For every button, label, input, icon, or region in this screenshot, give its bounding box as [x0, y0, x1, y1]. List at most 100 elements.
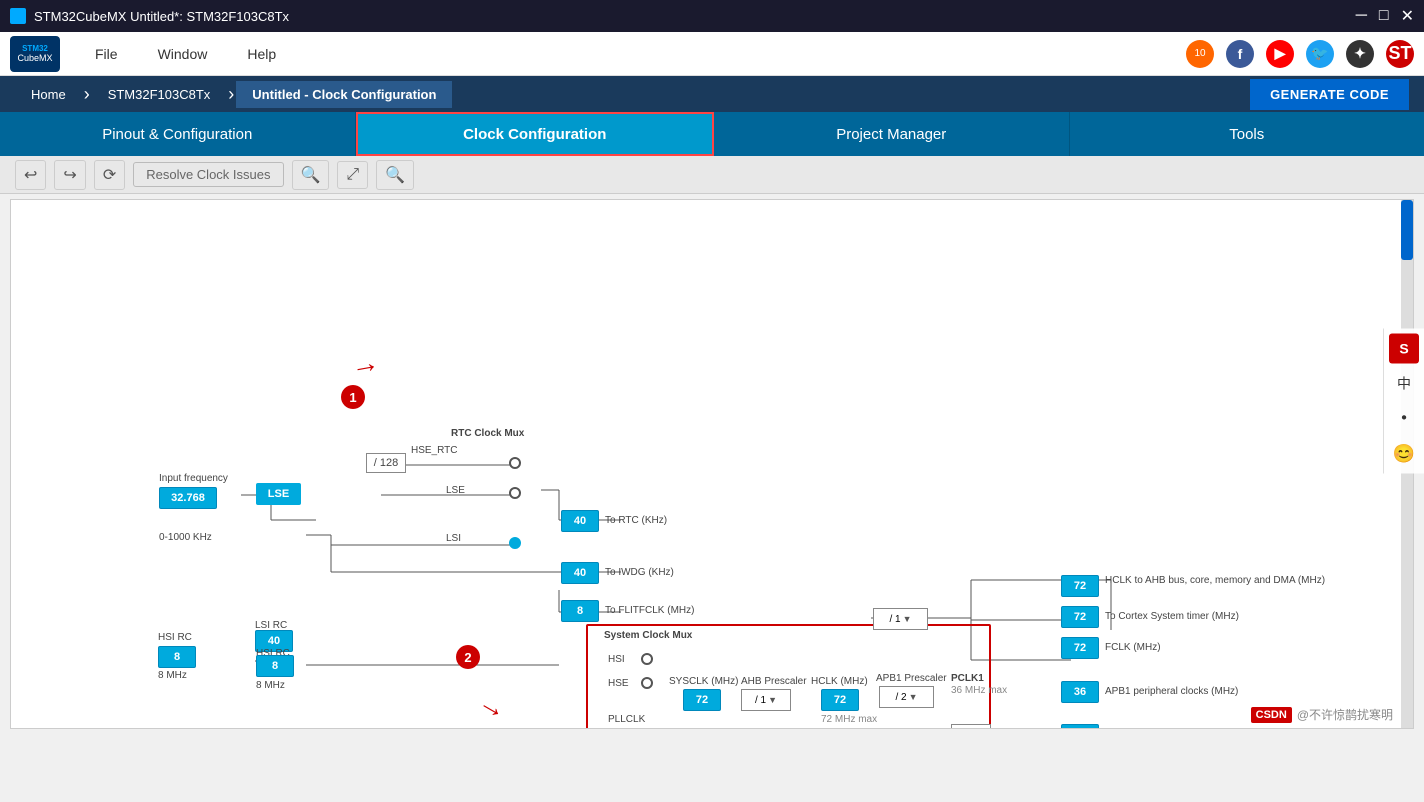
side-icon-punct[interactable]: • [1389, 404, 1419, 434]
to-flitf-label: To FLITFCLK (MHz) [605, 605, 694, 616]
apb1-periph-label: APB1 peripheral clocks (MHz) [1105, 686, 1238, 697]
annotation-1: 1 [341, 385, 365, 409]
flitf-value-box[interactable]: 8 [561, 600, 599, 622]
minimize-button[interactable]: ─ [1356, 6, 1367, 26]
iwdg-value-box[interactable]: 40 [561, 562, 599, 584]
hse-rtc-label: HSE_RTC [411, 445, 458, 456]
div128-box[interactable]: / 128 [366, 453, 406, 473]
pllclk-sys-label: PLLCLK [608, 714, 645, 725]
side-icon-zh[interactable]: 中 [1389, 369, 1419, 399]
watermark: CSDN @不许惊鹊扰寒明 [1251, 706, 1393, 723]
lse-mux-label: LSE [446, 485, 465, 496]
youtube-icon[interactable]: ▶ [1266, 40, 1294, 68]
ahb-div-select[interactable]: / 1 ▼ [741, 689, 791, 711]
st-logo: ST [1386, 40, 1414, 68]
sys-clk-mux-label: System Clock Mux [604, 630, 692, 641]
rtc-value-box[interactable]: 40 [561, 510, 599, 532]
scrollbar-thumb[interactable] [1401, 200, 1413, 260]
red-arrow-1: → [348, 346, 381, 382]
apb1-timer-x2-select[interactable]: X 2 [951, 724, 991, 729]
close-button[interactable]: ✕ [1401, 6, 1414, 26]
fclk-value[interactable]: 72 [1061, 637, 1099, 659]
fit-button[interactable]: ⤢ [337, 161, 368, 189]
apb1-value[interactable]: 36 [1061, 681, 1099, 703]
menu-items: File Window Help [90, 41, 1186, 67]
breadcrumb-home[interactable]: Home [15, 81, 82, 108]
hsi-sys-label: HSI [608, 654, 625, 665]
window-title: STM32CubeMX Untitled*: STM32F103C8Tx [34, 9, 289, 24]
rtc-radio-hse[interactable] [509, 457, 521, 469]
side-panel: S 中 • 😊 [1383, 329, 1424, 474]
apb1-div-select[interactable]: / 2 ▼ [879, 686, 934, 708]
app-logo: STM32 CubeMX [10, 36, 60, 72]
sysclk-value[interactable]: 72 [683, 689, 721, 711]
hclk-ahb-label: HCLK to AHB bus, core, memory and DMA (M… [1105, 575, 1325, 586]
hclk-max-label: 72 MHz max [821, 714, 877, 725]
rtc-radio-lse[interactable] [509, 487, 521, 499]
hclk-ahb-value[interactable]: 72 [1061, 575, 1099, 597]
pclk1-max-label: 36 MHz max [951, 685, 1007, 696]
sysclk-label: SYSCLK (MHz) [669, 676, 738, 687]
lse-freq-value[interactable]: 32.768 [159, 487, 217, 509]
menu-help[interactable]: Help [242, 41, 281, 67]
menu-right: 10 f ▶ 🐦 ✦ ST [1186, 40, 1414, 68]
resolve-clock-button[interactable]: Resolve Clock Issues [133, 162, 283, 187]
breadcrumb: Home › STM32F103C8Tx › Untitled - Clock … [0, 76, 1424, 112]
side-icon-emoji[interactable]: 😊 [1389, 439, 1419, 469]
clock-diagram: 1 2 → → Input frequency 32.768 0-1000 KH… [10, 199, 1414, 729]
redo-button[interactable]: ↪ [54, 160, 85, 190]
hclk-value[interactable]: 72 [821, 689, 859, 711]
pclk1-label: PCLK1 [951, 673, 984, 684]
breadcrumb-page[interactable]: Untitled - Clock Configuration [236, 81, 452, 108]
annotation-2: 2 [456, 645, 480, 669]
lsi-mux-label: LSI [446, 533, 461, 544]
tab-project[interactable]: Project Manager [714, 112, 1070, 156]
sys-radio-pll[interactable] [641, 728, 653, 729]
toolbar: ↩ ↪ ⟳ Resolve Clock Issues 🔍 ⤢ 🔍 [0, 156, 1424, 194]
tab-bar: Pinout & Configuration Clock Configurati… [0, 112, 1424, 156]
network-icon[interactable]: ✦ [1346, 40, 1374, 68]
hclk-label: HCLK (MHz) [811, 676, 868, 687]
rtc-radio-lsi[interactable] [509, 537, 521, 549]
generate-code-button[interactable]: GENERATE CODE [1250, 79, 1409, 110]
undo-button[interactable]: ↩ [15, 160, 46, 190]
breadcrumb-device[interactable]: STM32F103C8Tx [92, 81, 227, 108]
title-bar: STM32CubeMX Untitled*: STM32F103C8Tx ─ □… [0, 0, 1424, 32]
rtc-mux-label: RTC Clock Mux [451, 428, 524, 439]
hse-sys-label: HSE [608, 678, 629, 689]
sys-radio-hse[interactable] [641, 677, 653, 689]
version-icon: 10 [1186, 40, 1214, 68]
fclk-label: FCLK (MHz) [1105, 642, 1161, 653]
sys-radio-hsi[interactable] [641, 653, 653, 665]
menu-bar: STM32 CubeMX File Window Help 10 f ▶ 🐦 ✦… [0, 32, 1424, 76]
app-icon [10, 8, 26, 24]
hclk-top-div[interactable]: / 1 ▼ [873, 608, 928, 630]
ahb-prescaler-label: AHB Prescaler [741, 676, 807, 687]
tab-pinout[interactable]: Pinout & Configuration [0, 112, 356, 156]
lse-freq-label: Input frequency 32.768 0-1000 KHz [159, 473, 228, 543]
hsi-section: HSI RC 8 8 MHz [158, 632, 196, 676]
menu-window[interactable]: Window [153, 41, 213, 67]
apb1-prescaler-label: APB1 Prescaler [876, 673, 947, 684]
to-iwdg-label: To IWDG (KHz) [605, 567, 674, 578]
cortex-timer-label: To Cortex System timer (MHz) [1105, 611, 1239, 622]
zoom-out-button[interactable]: 🔍 [376, 160, 414, 190]
twitter-icon[interactable]: 🐦 [1306, 40, 1334, 68]
lse-box[interactable]: LSE [256, 483, 301, 505]
hsi-value[interactable]: 8 [158, 646, 196, 668]
hsi-value-box[interactable]: 8 [256, 655, 294, 677]
diagram-svg [11, 200, 1411, 729]
zoom-in-button[interactable]: 🔍 [292, 160, 330, 190]
breadcrumb-sep2: › [228, 84, 234, 105]
facebook-icon[interactable]: f [1226, 40, 1254, 68]
window-controls: ─ □ ✕ [1356, 6, 1414, 26]
tab-clock[interactable]: Clock Configuration [356, 112, 715, 156]
maximize-button[interactable]: □ [1379, 6, 1389, 26]
refresh-button[interactable]: ⟳ [94, 160, 125, 190]
side-icon-s[interactable]: S [1389, 334, 1419, 364]
tab-tools[interactable]: Tools [1070, 112, 1424, 156]
apb1-timer-value[interactable]: 72 [1061, 724, 1099, 729]
menu-file[interactable]: File [90, 41, 123, 67]
cortex-value[interactable]: 72 [1061, 606, 1099, 628]
to-rtc-label: To RTC (KHz) [605, 515, 667, 526]
